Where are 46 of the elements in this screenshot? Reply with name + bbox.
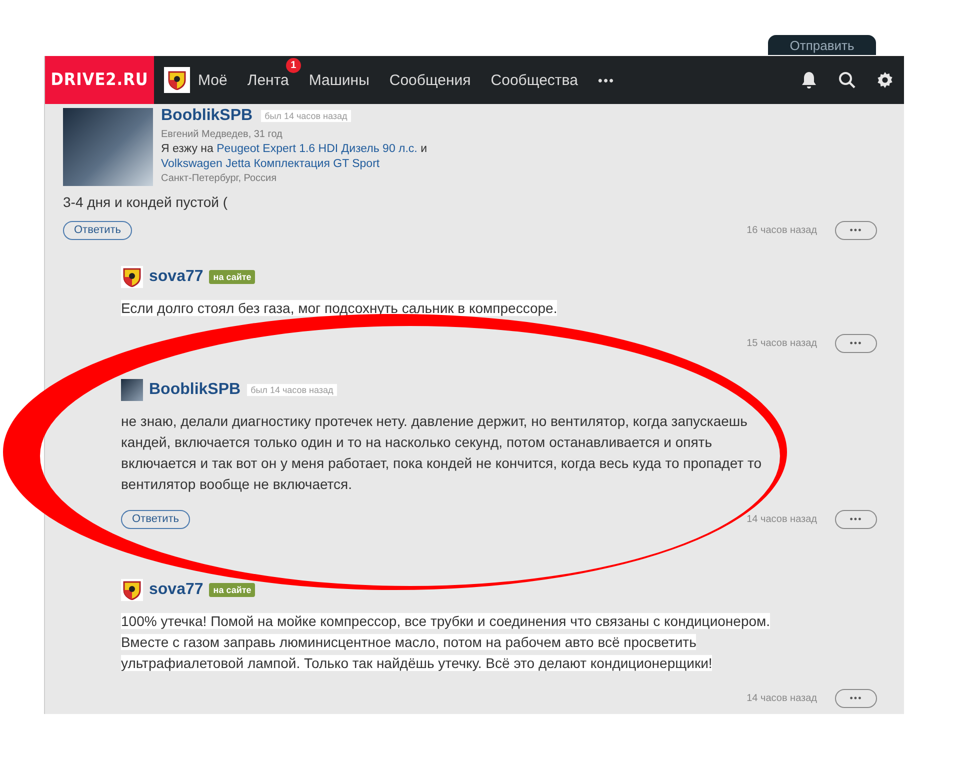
more-button[interactable]: ••• (835, 220, 877, 240)
notification-badge: 1 (286, 58, 301, 72)
online-badge: на сайте (209, 270, 256, 284)
cars-sentence: Я езжу на Peugeot Expert 1.6 HDI Дизель 90 л.с. и Volkswagen Jetta Комплектация GT Sport (161, 142, 428, 172)
photo-placeholder[interactable] (121, 379, 143, 401)
shield-logo-icon (168, 70, 186, 90)
more-button[interactable]: ••• (835, 334, 877, 352)
post-text: 3-4 дня и кондей пустой ( (62, 193, 229, 210)
shield-logo-icon (123, 267, 141, 287)
nav-link[interactable]: Моё (198, 72, 228, 88)
last-seen-label: был 14 часов назад (246, 384, 338, 396)
bell-icon[interactable] (800, 71, 818, 89)
more-menu-button[interactable]: ••• (598, 72, 615, 88)
location-text: Санкт-Петербург, Россия (161, 172, 278, 186)
timestamp: 15 часов назад (746, 338, 817, 348)
author-name[interactable]: BooblikSPB (161, 107, 253, 125)
shield-logo-icon (123, 580, 141, 600)
reply-button[interactable]: Ответить (121, 510, 190, 528)
nav-link[interactable]: Машины (308, 72, 370, 88)
timestamp: 16 часов назад (746, 224, 817, 236)
user-avatar[interactable] (121, 266, 143, 288)
author-name[interactable]: sova77 (149, 268, 204, 286)
last-seen-label: был 14 часов назад (260, 110, 352, 122)
nav-link[interactable]: Сообщения (389, 72, 471, 88)
user-avatar[interactable] (121, 579, 143, 601)
online-badge: на сайте (209, 583, 256, 597)
user-avatar[interactable] (164, 67, 190, 93)
comment-text: не знаю, делали диагностику протечек нету. давление держит, но вентилятор, когда запускаешь кандей, включается только один и то на насколько секунд, потом останавливается и опять включается и так вот он у меня работает, пока кондей не кончится, когда весь куда то пропадет то вентилятор вообще не включается. (121, 412, 762, 494)
comment-text: 100% утечка! Помой на мойке компрессор, все трубки и соединения что связаны с кондиционером. Вместе с газом заправь люминисцентное масло, потом на рабочем авто всё просветить ультрафиалетовой лампой. Только так найдёшь утечку. Всё это делают кондиционерщики! (121, 612, 772, 673)
more-button[interactable]: ••• (835, 688, 877, 708)
settings-icon[interactable] (876, 71, 894, 89)
author-name-age: Евгений Медведев, 31 год (161, 128, 284, 142)
search-icon[interactable] (838, 71, 856, 89)
site-logo[interactable]: DRIVE2.RU (45, 56, 154, 104)
car-link[interactable]: Volkswagen Jetta Комплектация GT Sport (161, 158, 380, 170)
author-name[interactable]: BooblikSPB (149, 381, 241, 399)
send-button[interactable]: Отправить (768, 35, 876, 55)
comment-text: Если долго стоял без газа, мог подсохнуть сальник в компрессоре. (121, 299, 558, 318)
reply-button[interactable]: Ответить (63, 220, 132, 240)
timestamp: 14 часов назад (746, 692, 817, 704)
nav-link[interactable]: Лента (247, 72, 289, 88)
nav-link[interactable]: Сообщества (490, 72, 578, 88)
timestamp: 14 часов назад (746, 514, 817, 524)
car-link[interactable]: Peugeot Expert 1.6 HDI Дизель 90 л.с. (216, 143, 418, 155)
more-button[interactable]: ••• (835, 510, 877, 528)
author-name[interactable]: sova77 (149, 581, 204, 599)
